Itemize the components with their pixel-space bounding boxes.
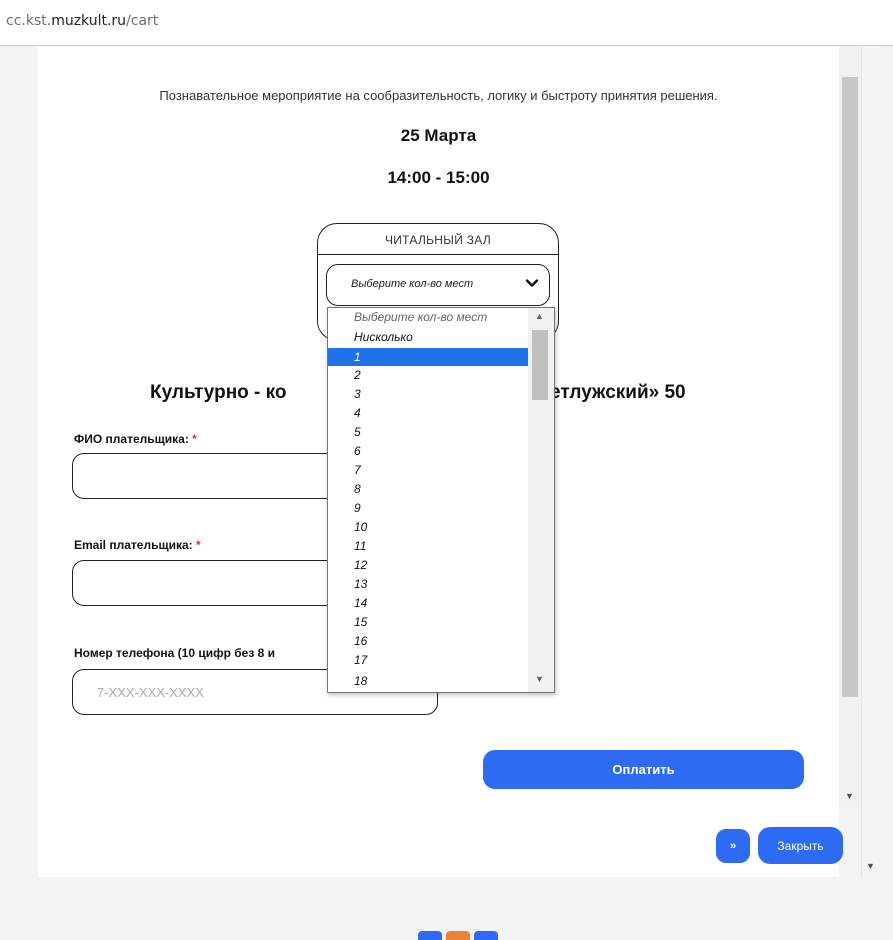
payer-name-label: ФИО плательщика: *	[74, 432, 197, 446]
event-date: 25 Марта	[400, 126, 477, 145]
bottom-tile	[418, 931, 442, 940]
dropdown-scrollbar[interactable]: ▲ ▼	[528, 308, 554, 692]
bottom-tile	[474, 931, 498, 940]
dropdown-option[interactable]: 2	[328, 366, 528, 384]
scroll-down-arrow-icon[interactable]: ▼	[535, 674, 544, 684]
payer-name-label-text: ФИО плательщика:	[74, 432, 193, 446]
payer-email-label: Email плательщика: *	[74, 538, 201, 552]
payer-email-label-text: Email плательщика:	[74, 538, 196, 552]
pay-button[interactable]: Оплатить	[483, 750, 804, 789]
url-prefix: cc.kst.	[6, 13, 52, 29]
event-description: Познавательное мероприятие на сообразите…	[159, 88, 718, 103]
dropdown-option[interactable]: 13	[328, 575, 528, 593]
dropdown-option[interactable]: 9	[328, 499, 528, 517]
scroll-up-arrow-icon[interactable]: ▲	[535, 311, 544, 321]
dropdown-option[interactable]: 11	[328, 537, 528, 555]
dropdown-option[interactable]: 8	[328, 480, 528, 498]
event-time: 14:00 - 15:00	[387, 168, 490, 187]
seat-count-select[interactable]: Выберите кол-во мест	[326, 264, 550, 306]
venue-title-right: етлужский» 50	[550, 382, 686, 403]
dropdown-option-placeholder[interactable]: Выберите кол-во мест	[328, 308, 528, 326]
dropdown-scrollbar-thumb[interactable]	[532, 330, 548, 400]
required-mark: *	[195, 538, 201, 552]
required-mark: *	[192, 432, 197, 446]
dropdown-option[interactable]: 18	[328, 672, 528, 690]
url-path: /cart	[126, 13, 159, 29]
bottom-tile	[446, 931, 470, 940]
dropdown-option[interactable]: 12	[328, 556, 528, 574]
address-bar[interactable]: cc.kst.muzkult.ru/cart	[0, 0, 893, 46]
seat-count-dropdown[interactable]: Выберите кол-во мест Нисколько 1 2 3 4 5…	[327, 307, 555, 693]
hall-title: ЧИТАЛЬНЫЙ ЗАЛ	[384, 233, 492, 247]
dropdown-option[interactable]: 15	[328, 613, 528, 631]
url-text: cc.kst.muzkult.ru/cart	[6, 13, 158, 29]
dropdown-option[interactable]: 16	[328, 632, 528, 650]
venue-title-left: Культурно - ко	[150, 382, 287, 403]
modal-scrollbar-thumb[interactable]	[842, 77, 858, 697]
close-button[interactable]: Закрыть	[758, 827, 843, 864]
phone-label: Номер телефона (10 цифр без 8 и	[74, 646, 276, 660]
dropdown-option[interactable]: 4	[328, 404, 528, 422]
dropdown-option[interactable]: 10	[328, 518, 528, 536]
url-host: muzkult.ru	[51, 13, 127, 29]
dropdown-option[interactable]: 5	[328, 423, 528, 441]
dropdown-option[interactable]: 3	[328, 385, 528, 403]
dropdown-option[interactable]: 17	[328, 651, 528, 669]
dropdown-option[interactable]: Нисколько	[328, 328, 528, 346]
modal-scrollbar[interactable]: ▼	[839, 47, 861, 807]
dropdown-option[interactable]: 6	[328, 442, 528, 460]
page-background	[0, 878, 893, 940]
seat-count-select-value: Выберите кол-во мест	[351, 278, 474, 290]
next-button[interactable]: »	[716, 829, 750, 863]
page-scrollbar[interactable]: ▼	[861, 47, 879, 877]
dropdown-option-selected[interactable]: 1	[328, 348, 528, 366]
dropdown-option[interactable]: 14	[328, 594, 528, 612]
dropdown-option[interactable]: 7	[328, 461, 528, 479]
chevron-down-icon	[525, 279, 539, 287]
scroll-down-arrow-icon[interactable]: ▼	[845, 791, 854, 801]
scroll-down-arrow-icon[interactable]: ▼	[866, 861, 875, 871]
hall-divider	[318, 254, 558, 255]
